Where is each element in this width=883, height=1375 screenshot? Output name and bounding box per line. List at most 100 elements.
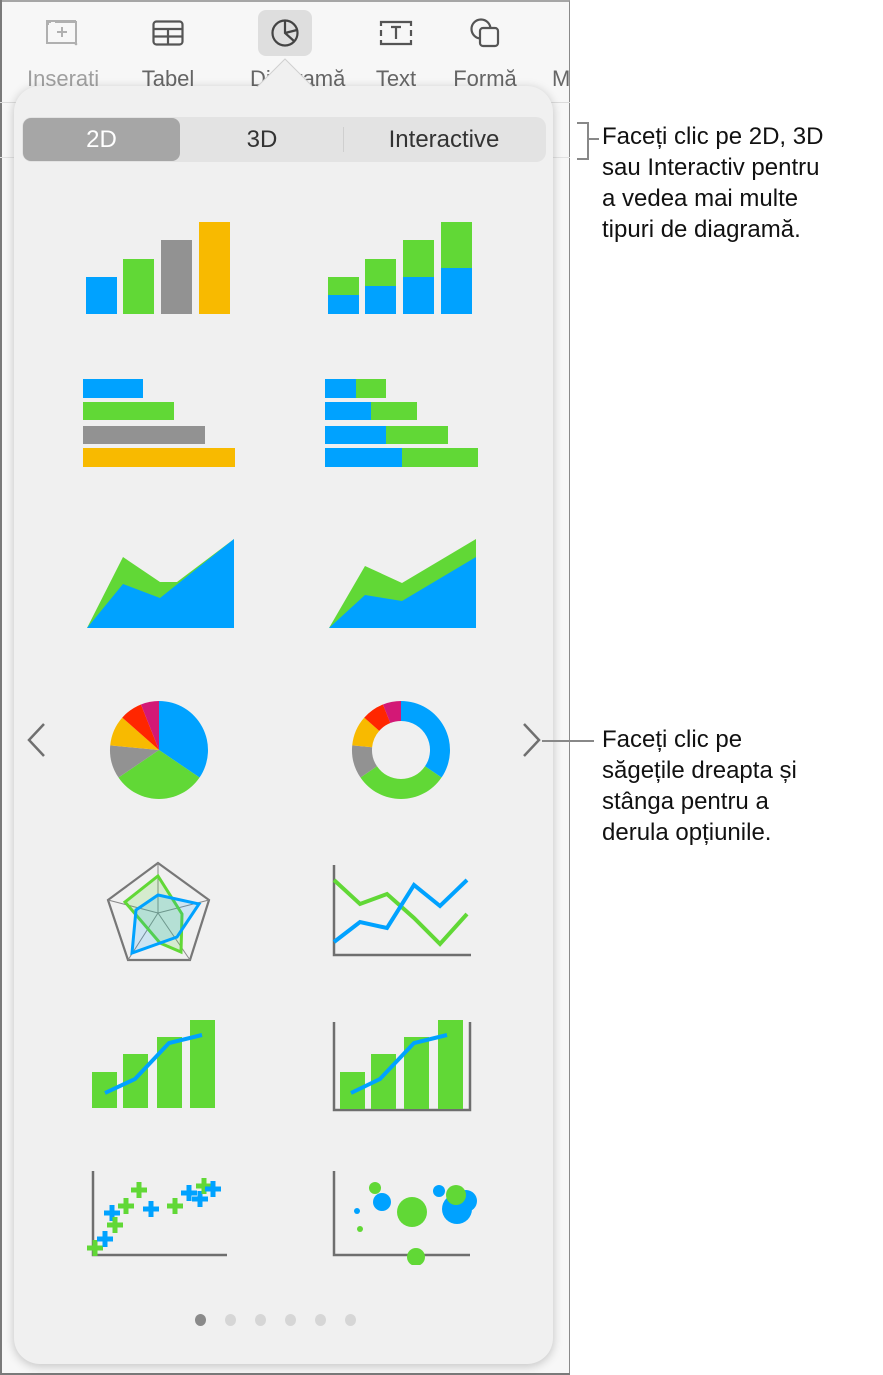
text-box-icon — [369, 10, 423, 56]
line-series-blue — [332, 878, 469, 944]
chart-type-area[interactable] — [80, 535, 240, 635]
bar-bar — [83, 448, 235, 467]
column-bar — [123, 259, 154, 314]
page-dot[interactable] — [345, 1314, 356, 1326]
toolbar-insert-button[interactable]: Inserați — [27, 10, 99, 92]
chart-type-stacked-bar[interactable] — [322, 375, 482, 475]
mixed-line — [104, 1033, 203, 1095]
chart-type-donut[interactable] — [347, 698, 455, 802]
bar-segment — [325, 402, 371, 420]
chart-type-scatter[interactable] — [85, 1165, 235, 1265]
callout-segments: Faceți clic pe 2D, 3D sau Interactiv pen… — [602, 121, 823, 245]
bubble-point — [357, 1226, 363, 1232]
bar-segment — [356, 379, 386, 398]
scatter-point — [107, 1217, 123, 1233]
chart-type-stacked-column[interactable] — [322, 215, 482, 320]
column-segment — [328, 277, 359, 295]
two-axis-bar — [438, 1020, 463, 1109]
tab-3d[interactable]: 3D — [182, 118, 342, 161]
chart-type-two-axis[interactable] — [330, 1013, 475, 1113]
column-segment — [441, 222, 472, 268]
bar-bar — [83, 426, 205, 444]
column-segment — [403, 277, 434, 314]
pie-slice — [360, 766, 442, 799]
chart-type-bar[interactable] — [80, 375, 240, 475]
line-series-green — [332, 878, 469, 947]
chart-type-column[interactable] — [80, 215, 240, 320]
page-dot[interactable] — [285, 1314, 296, 1326]
column-bar — [161, 240, 192, 314]
chevron-left-icon[interactable] — [24, 720, 50, 760]
scatter-point — [143, 1201, 159, 1217]
chart-type-pie[interactable] — [105, 698, 213, 802]
callout-line: tipuri de diagramă. — [602, 216, 801, 243]
page-indicator — [195, 1314, 356, 1326]
toolbar-media-button[interactable]: M — [530, 10, 570, 92]
bar-segment — [402, 448, 478, 467]
scatter-point — [205, 1181, 221, 1197]
pie-slice — [401, 701, 450, 778]
bar-segment — [325, 379, 356, 398]
toolbar-shape-button[interactable]: Formă — [450, 10, 520, 92]
bubble-point — [354, 1208, 360, 1214]
callout-line: Faceți clic pe — [602, 726, 743, 753]
insert-icon — [35, 10, 89, 56]
mixed-bar — [157, 1037, 182, 1108]
bar-bar — [83, 402, 174, 420]
chart-type-radar[interactable] — [100, 858, 220, 966]
column-segment — [403, 240, 434, 277]
toolbar-text-button[interactable]: Text — [361, 10, 431, 92]
toolbar-table-button[interactable]: Tabel — [133, 10, 203, 92]
column-segment — [365, 259, 396, 286]
chart-type-line[interactable] — [330, 860, 475, 960]
bar-segment — [386, 426, 448, 444]
bubble-point — [446, 1185, 466, 1205]
page-dot[interactable] — [255, 1314, 266, 1326]
callout-line: stânga pentru a — [602, 788, 769, 815]
mixed-bar — [190, 1020, 215, 1108]
callout-line: a vedea mai multe — [602, 185, 799, 212]
bar-segment — [325, 426, 386, 444]
chart-type-stacked-area[interactable] — [322, 535, 482, 635]
column-segment — [441, 268, 472, 314]
chart-type-bubble[interactable] — [330, 1165, 480, 1265]
dimension-segmented-control: 2D 3D Interactive — [22, 117, 546, 162]
shape-icon — [458, 10, 512, 56]
bar-segment — [325, 448, 402, 467]
media-icon — [540, 10, 560, 56]
bubble-point — [407, 1248, 425, 1265]
chart-icon — [258, 10, 312, 56]
bubble-point — [433, 1185, 445, 1197]
two-axis-line — [350, 1033, 448, 1095]
page-dot[interactable] — [195, 1314, 206, 1326]
bar-segment — [371, 402, 417, 420]
toolbar-media-label: M — [552, 66, 570, 91]
chevron-right-icon[interactable] — [518, 720, 544, 760]
callout-line: săgețile dreapta și — [602, 757, 797, 784]
callout-arrows: Faceți clic pe săgețile dreapta și stâng… — [602, 724, 797, 848]
window-border — [0, 0, 2, 1375]
callout-leader-line — [589, 138, 599, 140]
bubble-point — [373, 1193, 391, 1211]
chart-type-mixed[interactable] — [85, 1013, 225, 1113]
tab-interactive[interactable]: Interactive — [344, 118, 544, 161]
scatter-point — [167, 1198, 183, 1214]
scatter-point — [131, 1182, 147, 1198]
scatter-point — [87, 1240, 103, 1256]
page-dot[interactable] — [225, 1314, 236, 1326]
bubble-point — [369, 1182, 381, 1194]
callout-leader-line — [542, 740, 594, 742]
table-icon — [141, 10, 195, 56]
bar-bar — [83, 379, 143, 398]
bubble-point — [397, 1197, 427, 1227]
scatter-point — [97, 1231, 113, 1247]
callout-bracket — [577, 122, 589, 160]
tab-2d[interactable]: 2D — [23, 118, 180, 161]
callout-line: sau Interactiv pentru — [602, 154, 820, 181]
column-bar — [86, 277, 117, 314]
scatter-point — [104, 1205, 120, 1221]
scatter-point — [118, 1198, 134, 1214]
callout-line: Faceți clic pe 2D, 3D — [602, 123, 824, 150]
column-segment — [365, 286, 396, 314]
page-dot[interactable] — [315, 1314, 326, 1326]
